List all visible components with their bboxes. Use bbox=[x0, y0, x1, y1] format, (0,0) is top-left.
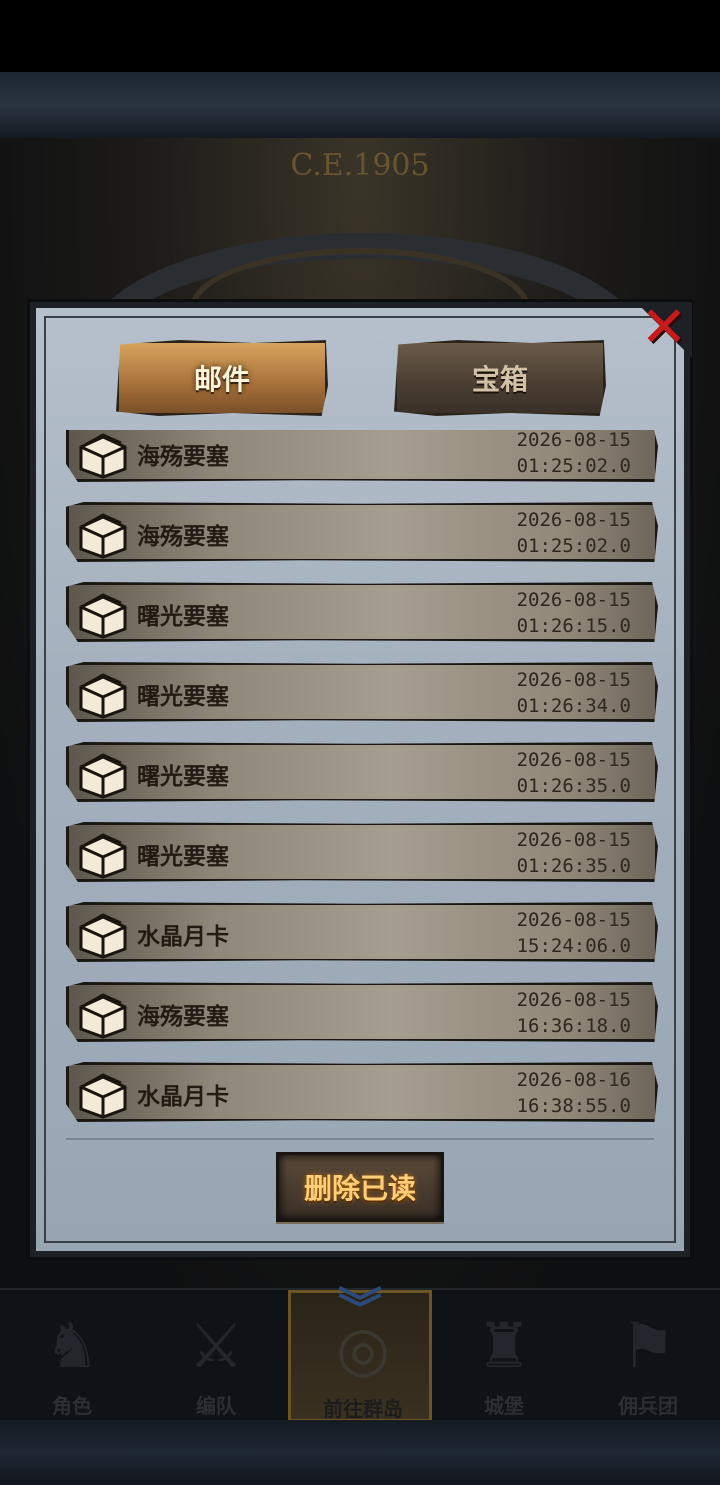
mail-date: 2026-08-15 bbox=[516, 589, 631, 611]
mail-time: 16:38:55.0 bbox=[516, 1095, 631, 1117]
mail-time: 01:25:02.0 bbox=[516, 455, 631, 477]
mail-date: 2026-08-15 bbox=[516, 829, 631, 851]
chest-icon bbox=[75, 829, 131, 879]
nav-item-mercenary[interactable]: ⚑ 佣兵团 bbox=[576, 1290, 720, 1422]
mail-timestamp: 2026-08-15 01:26:35.0 bbox=[517, 747, 631, 799]
mail-sender: 曙光要塞 bbox=[137, 764, 229, 790]
mail-time: 16:36:18.0 bbox=[516, 1015, 631, 1037]
nav-label: 编队 bbox=[196, 1394, 236, 1418]
nav-label: 城堡 bbox=[484, 1394, 524, 1418]
list-divider bbox=[66, 1138, 654, 1140]
chest-icon bbox=[75, 1069, 131, 1119]
chest-icon bbox=[75, 430, 131, 479]
mail-time: 01:26:35.0 bbox=[516, 775, 631, 797]
mail-timestamp: 2026-08-15 15:24:06.0 bbox=[517, 907, 631, 959]
chest-icon bbox=[75, 669, 131, 719]
delete-read-label: 删除已读 bbox=[303, 1172, 416, 1205]
tab-chest[interactable]: 宝箱 bbox=[394, 340, 606, 416]
nav-label: 角色 bbox=[52, 1394, 92, 1418]
mail-date: 2026-08-15 bbox=[516, 749, 631, 771]
close-icon[interactable]: ✕ bbox=[640, 300, 688, 356]
nav-item-castle[interactable]: ♜ 城堡 bbox=[432, 1290, 576, 1422]
chest-icon bbox=[75, 589, 131, 639]
status-bar bbox=[0, 0, 720, 72]
character-icon: ♞ bbox=[44, 1309, 100, 1382]
chest-icon bbox=[75, 909, 131, 959]
mail-row[interactable]: 曙光要塞 2026-08-15 01:26:35.0 bbox=[66, 822, 658, 882]
castle-icon: ♜ bbox=[476, 1309, 532, 1382]
mail-time: 01:26:35.0 bbox=[516, 855, 631, 877]
mail-row[interactable]: 曙光要塞 2026-08-15 01:26:34.0 bbox=[66, 662, 658, 722]
mail-timestamp: 2026-08-16 16:38:55.0 bbox=[517, 1067, 631, 1119]
mercenary-icon: ⚑ bbox=[620, 1309, 676, 1382]
mail-timestamp: 2026-08-15 16:36:18.0 bbox=[517, 987, 631, 1039]
tab-mail[interactable]: 邮件 bbox=[116, 340, 328, 416]
mail-date: 2026-08-15 bbox=[516, 669, 631, 691]
mail-time: 01:25:02.0 bbox=[516, 535, 631, 557]
mail-timestamp: 2026-08-15 01:25:02.0 bbox=[517, 507, 631, 559]
top-strip bbox=[0, 72, 720, 138]
mail-sender: 海殇要塞 bbox=[137, 444, 229, 470]
mail-date: 2026-08-16 bbox=[516, 1069, 631, 1091]
mail-row[interactable]: 海殇要塞 2026-08-15 01:25:02.0 bbox=[66, 502, 658, 562]
mail-timestamp: 2026-08-15 01:26:15.0 bbox=[517, 587, 631, 639]
mail-row[interactable]: 海殇要塞 2026-08-15 01:25:02.0 bbox=[66, 430, 658, 482]
nav-item-formation[interactable]: ⚔ 编队 bbox=[144, 1290, 288, 1422]
mail-row[interactable]: 水晶月卡 2026-08-16 16:38:55.0 bbox=[66, 1062, 658, 1122]
mail-sender: 水晶月卡 bbox=[137, 924, 229, 950]
nav-label: 佣兵团 bbox=[618, 1394, 678, 1418]
year-label: C.E.1905 bbox=[290, 148, 430, 183]
delete-read-button[interactable]: 删除已读 bbox=[276, 1152, 444, 1222]
mail-time: 15:24:06.0 bbox=[516, 935, 631, 957]
mail-sender: 曙光要塞 bbox=[137, 684, 229, 710]
mail-row[interactable]: 曙光要塞 2026-08-15 01:26:35.0 bbox=[66, 742, 658, 802]
chest-icon bbox=[75, 509, 131, 559]
mail-row[interactable]: 曙光要塞 2026-08-15 01:26:15.0 bbox=[66, 582, 658, 642]
mail-time: 01:26:15.0 bbox=[516, 615, 631, 637]
mail-date: 2026-08-15 bbox=[516, 909, 631, 931]
mail-list[interactable]: 海殇要塞 2026-08-15 01:25:02.0 海殇要塞 2026-08-15 01… bbox=[66, 430, 658, 1130]
mail-date: 2026-08-15 bbox=[516, 430, 631, 451]
mail-sender: 水晶月卡 bbox=[137, 1084, 229, 1110]
mail-sender: 海殇要塞 bbox=[137, 1004, 229, 1030]
chest-icon bbox=[75, 749, 131, 799]
mail-timestamp: 2026-08-15 01:26:34.0 bbox=[517, 667, 631, 719]
nav-label: 前往群岛 bbox=[323, 1397, 403, 1421]
formation-icon: ⚔ bbox=[188, 1309, 244, 1382]
mail-timestamp: 2026-08-15 01:25:02.0 bbox=[517, 430, 631, 479]
mail-sender: 曙光要塞 bbox=[137, 604, 229, 630]
mail-date: 2026-08-15 bbox=[516, 989, 631, 1011]
mail-sender: 曙光要塞 bbox=[137, 844, 229, 870]
chest-icon bbox=[75, 989, 131, 1039]
mail-timestamp: 2026-08-15 01:26:35.0 bbox=[517, 827, 631, 879]
chevron-down-icon: ︾ bbox=[338, 1284, 382, 1335]
mail-row[interactable]: 水晶月卡 2026-08-15 15:24:06.0 bbox=[66, 902, 658, 962]
bottom-strip bbox=[0, 1420, 720, 1485]
mail-date: 2026-08-15 bbox=[516, 509, 631, 531]
tab-mail-label: 邮件 bbox=[193, 363, 250, 396]
mail-sender: 海殇要塞 bbox=[137, 524, 229, 550]
mail-time: 01:26:34.0 bbox=[516, 695, 631, 717]
nav-item-character[interactable]: ♞ 角色 bbox=[0, 1290, 144, 1422]
tab-chest-label: 宝箱 bbox=[471, 363, 528, 396]
mail-row[interactable]: 海殇要塞 2026-08-15 16:36:18.0 bbox=[66, 982, 658, 1042]
